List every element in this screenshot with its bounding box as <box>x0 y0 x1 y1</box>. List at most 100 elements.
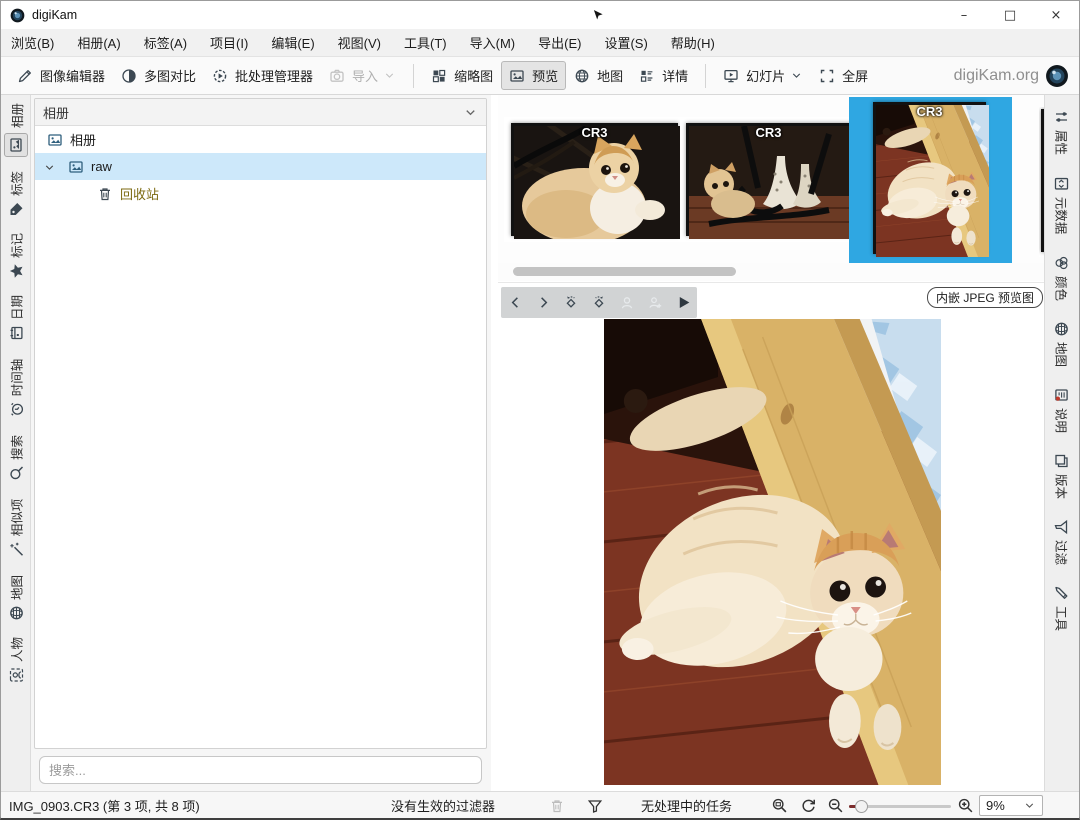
preview-view-button[interactable]: 预览 <box>501 61 566 90</box>
map-view-button[interactable]: 地图 <box>566 61 631 90</box>
album-panel-header[interactable]: 相册 <box>35 99 486 126</box>
light-table-button[interactable]: 多图对比 <box>113 61 204 90</box>
tab-label: 工具 <box>1053 606 1072 631</box>
sidebar-tab-map[interactable]: 地图 <box>1 567 30 629</box>
image-editor-button[interactable]: 图像编辑器 <box>9 61 113 90</box>
chevron-down-icon <box>1023 799 1036 812</box>
person-add-icon <box>647 295 663 311</box>
add-face-tag-button[interactable] <box>641 287 669 318</box>
slideshow-icon <box>723 68 739 84</box>
thumbnails-view-button[interactable]: 缩略图 <box>423 61 501 90</box>
preview-pane: 内嵌 JPEG 预览图 <box>498 282 1046 791</box>
menu-settings[interactable]: 设置(S) <box>604 33 647 52</box>
sidebar-tab-metadata[interactable]: 元数据 <box>1045 165 1079 245</box>
tree-row-albums-root[interactable]: 相册 <box>35 126 486 153</box>
tab-label: 时间轴 <box>6 359 25 397</box>
search-input[interactable] <box>39 756 482 784</box>
digikam-brand: digiKam.org <box>954 57 1069 95</box>
sidebar-tab-search[interactable]: 搜索 <box>1 427 30 489</box>
sidebar-tab-similarity[interactable]: 相似项 <box>1 489 30 567</box>
fullscreen-button[interactable]: 全屏 <box>811 61 876 90</box>
rotate-left-button[interactable] <box>557 287 585 318</box>
batch-queue-button[interactable]: 批处理管理器 <box>204 61 321 90</box>
trash-icon <box>549 798 565 814</box>
rotate-right-icon <box>591 295 607 311</box>
sidebar-tab-tags[interactable]: 标签 <box>1 163 30 225</box>
album-icon <box>68 159 84 175</box>
import-button[interactable]: 导入 <box>321 61 404 90</box>
zoom-fit-button[interactable] <box>771 792 788 819</box>
album-panel: 相册 相册 raw 回收站 <box>31 95 491 791</box>
tree-row-trash[interactable]: 回收站 <box>35 180 486 207</box>
sidebar-tab-dates[interactable]: 日期 <box>1 287 30 349</box>
image-icon <box>509 68 525 84</box>
light-table-label: 多图对比 <box>144 66 196 85</box>
right-sidebar-tabs: 属性 元数据 颜色 地图 说明 版本 过滤 工具 <box>1044 95 1079 791</box>
filter-indicator-button[interactable] <box>587 792 603 819</box>
menu-browse[interactable]: 浏览(B) <box>11 33 54 52</box>
sidebar-tab-timeline[interactable]: 时间轴 <box>1 349 30 427</box>
sidebar-tab-labels[interactable]: 标记 <box>1 225 30 287</box>
chevron-left-icon <box>508 295 523 310</box>
search-icon <box>8 465 24 481</box>
preview-photo[interactable] <box>604 319 941 785</box>
menu-album[interactable]: 相册(A) <box>77 33 120 52</box>
zoom-level-dropdown[interactable]: 9% <box>979 795 1043 816</box>
thumbbar-scrollbar[interactable] <box>498 263 1046 281</box>
thumbnail-item-selected[interactable]: CR3 <box>849 97 1012 263</box>
album-tree-frame: 相册 相册 raw 回收站 <box>34 98 487 749</box>
menu-import[interactable]: 导入(M) <box>470 33 516 52</box>
gear-play-icon <box>212 68 228 84</box>
sidebar-tab-versions[interactable]: 版本 <box>1045 443 1079 509</box>
menu-tools[interactable]: 工具(T) <box>404 33 447 52</box>
menu-help[interactable]: 帮助(H) <box>671 33 715 52</box>
globe-icon <box>1054 321 1070 337</box>
tab-label: 地图 <box>1053 342 1072 367</box>
menu-item[interactable]: 项目(I) <box>210 33 248 52</box>
zoom-slider[interactable] <box>849 805 951 808</box>
expander-chevron-icon[interactable] <box>35 159 49 174</box>
trash-status-button[interactable] <box>549 792 565 819</box>
thumbnail-item[interactable]: CR3 <box>504 117 684 242</box>
tab-label: 过滤 <box>1053 540 1072 565</box>
thumbnail-item[interactable]: CR3 <box>680 117 858 242</box>
sidebar-tab-people[interactable]: 人物 <box>1 629 30 691</box>
slideshow-play-button[interactable] <box>669 287 697 318</box>
next-button[interactable] <box>529 287 557 318</box>
zoom-in-button[interactable] <box>957 792 974 819</box>
previous-button[interactable] <box>501 287 529 318</box>
menu-view[interactable]: 视图(V) <box>338 33 381 52</box>
versions-icon <box>1054 453 1070 469</box>
chevron-down-icon <box>790 69 803 82</box>
globe-icon <box>574 68 590 84</box>
menu-edit[interactable]: 编辑(E) <box>271 33 314 52</box>
slideshow-button[interactable]: 幻灯片 <box>715 61 811 90</box>
sidebar-tab-filters[interactable]: 过滤 <box>1045 509 1079 575</box>
sidebar-tab-captions[interactable]: 说明 <box>1045 377 1079 443</box>
rotate-right-button[interactable] <box>585 287 613 318</box>
map-label: 地图 <box>597 66 623 85</box>
zoom-refresh-button[interactable] <box>800 792 817 819</box>
sidebar-tab-colors[interactable]: 颜色 <box>1045 245 1079 311</box>
sidebar-tab-properties[interactable]: 属性 <box>1045 99 1079 165</box>
tab-label: 相册 <box>6 103 25 128</box>
toolbar-separator <box>413 64 414 88</box>
menu-tag[interactable]: 标签(A) <box>144 33 187 52</box>
close-button[interactable]: × <box>1033 1 1079 29</box>
colors-icon <box>1054 255 1070 271</box>
zoom-out-button[interactable] <box>827 792 844 819</box>
face-icon <box>8 667 24 683</box>
maximize-button[interactable]: □ <box>987 1 1033 29</box>
sidebar-tab-albums[interactable]: 相册 <box>1 97 30 163</box>
pencil-icon <box>1054 585 1070 601</box>
menu-export[interactable]: 导出(E) <box>538 33 581 52</box>
tab-label: 元数据 <box>1053 197 1072 235</box>
zoom-slider-handle[interactable] <box>855 800 868 813</box>
show-face-tags-button[interactable] <box>613 287 641 318</box>
tree-row-raw[interactable]: raw <box>35 153 486 180</box>
minimize-button[interactable]: – <box>941 1 987 29</box>
scrollbar-handle[interactable] <box>513 267 736 276</box>
details-view-button[interactable]: 详情 <box>631 61 696 90</box>
sidebar-tab-tools[interactable]: 工具 <box>1045 575 1079 641</box>
sidebar-tab-map[interactable]: 地图 <box>1045 311 1079 377</box>
